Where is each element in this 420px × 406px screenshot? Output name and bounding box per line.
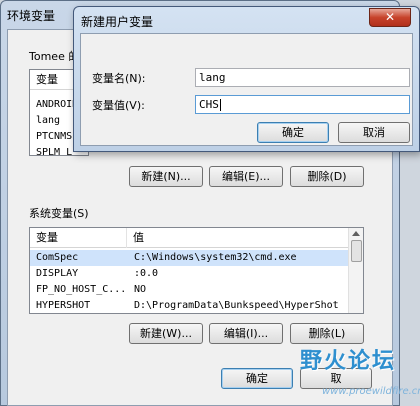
system-vars-list[interactable]: 变量 值 ComSpec C:\Windows\system32\cmd.exe…: [29, 227, 364, 314]
scroll-thumb[interactable]: [351, 240, 362, 262]
system-edit-button[interactable]: 编辑(I)...: [209, 323, 283, 344]
dialog-client: 变量名(N): lang 变量值(V): CHS 确定 取消: [80, 33, 413, 146]
system-vars-header: 变量 值: [30, 228, 348, 248]
var-name: ComSpec: [36, 252, 79, 263]
variable-name-field[interactable]: lang: [195, 68, 410, 87]
new-user-variable-dialog: 新建用户变量 ✕ 变量名(N): lang 变量值(V): CHS 确定 取消: [73, 6, 420, 152]
column-header-variable[interactable]: 变量: [30, 228, 127, 248]
close-icon: ✕: [384, 10, 396, 24]
variable-value-label: 变量值(V):: [92, 99, 145, 112]
var-value: C:\Windows\system32\cmd.exe: [134, 252, 297, 263]
table-row[interactable]: ComSpec C:\Windows\system32\cmd.exe: [30, 250, 348, 266]
table-row[interactable]: DISPLAY :0.0: [30, 266, 348, 282]
close-button[interactable]: ✕: [369, 8, 411, 27]
system-delete-button[interactable]: 删除(L): [290, 323, 364, 344]
variable-name-label: 变量名(N):: [92, 72, 146, 85]
var-name: HYPERSHOT: [36, 300, 91, 311]
table-row[interactable]: FP_NO_HOST_C... NO: [30, 282, 348, 298]
watermark-url: www.proewildfire.cn: [322, 386, 420, 397]
table-row[interactable]: HYPERSHOT D:\ProgramData\Bunkspeed\Hyper…: [30, 298, 348, 313]
vertical-scrollbar[interactable]: [348, 228, 363, 313]
var-value: NO: [134, 284, 147, 295]
user-delete-button[interactable]: 删除(D): [290, 166, 364, 187]
dialog-title: 新建用户变量: [81, 15, 154, 29]
dialog-cancel-button[interactable]: 取消: [338, 122, 410, 143]
user-vars-group-label: Tomee 的: [29, 50, 80, 63]
watermark-logo: 野火论坛: [300, 349, 397, 374]
system-vars-group-label: 系统变量(S): [29, 207, 89, 220]
system-new-button[interactable]: 新建(W)...: [129, 323, 203, 344]
var-value: D:\ProgramData\Bunkspeed\HyperShot: [134, 300, 339, 311]
variable-value-field[interactable]: CHS: [195, 95, 410, 114]
scroll-up-arrow-icon[interactable]: [352, 231, 360, 236]
env-ok-button[interactable]: 确定: [221, 368, 293, 389]
window-title: 环境变量: [7, 9, 56, 23]
column-header-value[interactable]: 值: [127, 228, 348, 248]
user-edit-button[interactable]: 编辑(E)...: [209, 166, 283, 187]
var-name: FP_NO_HOST_C...: [36, 284, 127, 295]
dialog-ok-button[interactable]: 确定: [257, 122, 329, 143]
variable-value-text: CHS: [199, 98, 219, 111]
var-name: DISPLAY: [36, 268, 79, 279]
user-new-button[interactable]: 新建(N)...: [129, 166, 203, 187]
text-caret: [219, 99, 221, 111]
var-value: :0.0: [134, 268, 159, 279]
